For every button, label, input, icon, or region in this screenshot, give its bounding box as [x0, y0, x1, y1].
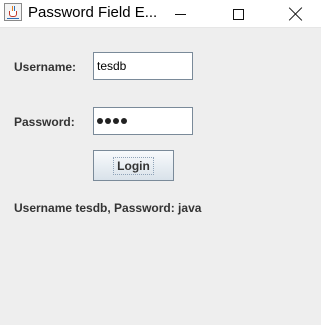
password-mask-dot — [121, 118, 127, 124]
minimize-icon — [174, 13, 186, 15]
close-button[interactable] — [276, 0, 316, 28]
username-field[interactable]: tesdb — [93, 52, 193, 80]
password-field[interactable] — [93, 107, 193, 135]
maximize-icon — [232, 8, 244, 20]
java-cup-icon — [4, 3, 22, 21]
minimize-button[interactable] — [160, 0, 200, 28]
title-bar[interactable]: Password Field E... — [0, 0, 321, 28]
password-mask-dot — [105, 118, 111, 124]
maximize-button[interactable] — [218, 0, 258, 28]
password-mask — [97, 118, 127, 124]
password-mask-dot — [113, 118, 119, 124]
username-value: tesdb — [97, 59, 127, 73]
password-label: Password: — [14, 115, 75, 129]
close-icon — [289, 7, 303, 21]
status-text: Username tesdb, Password: java — [14, 201, 202, 215]
login-button[interactable]: Login — [93, 150, 174, 181]
window-title: Password Field E... — [28, 4, 158, 21]
app-window: Password Field E... Username: tesdb Pass… — [0, 0, 321, 325]
username-label: Username: — [14, 60, 77, 74]
login-button-label: Login — [113, 156, 154, 175]
password-mask-dot — [97, 118, 103, 124]
